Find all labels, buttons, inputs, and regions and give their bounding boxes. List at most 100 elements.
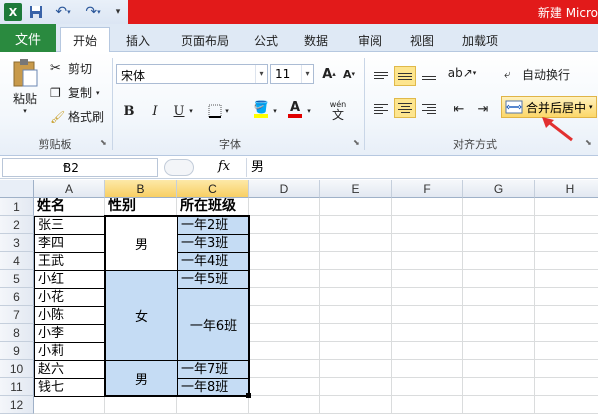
tab-formulas[interactable]: 公式 [246,28,286,52]
increase-indent-icon[interactable]: ⇥ [474,100,492,118]
cell[interactable] [463,288,535,306]
table-row-name[interactable]: 李四 [34,234,106,253]
font-color-icon[interactable]: A [286,100,304,118]
tab-addins[interactable]: 加载项 [452,28,508,52]
cell[interactable] [535,252,598,270]
tab-page-layout[interactable]: 页面布局 [168,28,242,52]
align-left-icon[interactable] [372,100,390,118]
table-row-name[interactable]: 小花 [34,288,106,307]
cell[interactable] [463,252,535,270]
row-header-2[interactable]: 2 [0,216,34,234]
wrap-text-button[interactable]: ⤶ 自动换行 [504,66,570,83]
cell[interactable] [392,198,463,216]
cell[interactable] [535,396,598,414]
cell[interactable] [320,270,392,288]
cell[interactable] [320,378,392,396]
table-row-name[interactable]: 张三 [34,216,106,235]
paste-button[interactable]: 粘贴 ▾ [8,58,42,128]
table-row-name[interactable]: 小莉 [34,342,106,361]
align-center-icon[interactable] [394,98,416,118]
cell[interactable] [392,378,463,396]
cell[interactable] [392,324,463,342]
cell[interactable] [392,270,463,288]
table-row-name[interactable]: 小陈 [34,306,106,325]
class-cell[interactable]: 一年7班 [177,360,250,379]
column-header-g[interactable]: G [463,180,535,198]
cell[interactable] [249,378,320,396]
table-row-name[interactable]: 小李 [34,324,106,343]
tab-home[interactable]: 开始 [60,27,110,53]
table-header-cell[interactable]: 性别 [105,198,177,216]
cell[interactable] [463,306,535,324]
row-header-10[interactable]: 10 [0,360,34,378]
chevron-down-icon[interactable]: ▾ [301,65,313,83]
chevron-down-icon[interactable]: ▾ [63,162,155,171]
customize-qat-icon[interactable]: ▾ [112,3,124,21]
cell[interactable] [535,342,598,360]
class-cell[interactable]: 一年2班 [177,216,250,235]
cell[interactable] [535,306,598,324]
cell[interactable] [535,198,598,216]
tab-view[interactable]: 视图 [402,28,442,52]
cell[interactable] [249,234,320,252]
cell[interactable] [463,234,535,252]
cell[interactable] [392,234,463,252]
grow-font-button[interactable]: A ▴ [320,65,338,83]
tab-review[interactable]: 审阅 [350,28,390,52]
cell[interactable] [249,252,320,270]
copy-button[interactable]: ❐ 复制 ▾ [50,84,100,101]
chevron-down-icon[interactable]: ▾ [270,102,280,120]
cell[interactable] [320,306,392,324]
align-middle-icon[interactable] [394,66,416,86]
cell[interactable] [320,360,392,378]
font-name-combo[interactable]: 宋体 ▾ [116,64,268,84]
cell[interactable] [535,288,598,306]
cell[interactable] [105,396,177,414]
clipboard-launcher-icon[interactable]: ⬊ [100,138,109,147]
cell[interactable] [249,396,320,414]
cell[interactable] [535,234,598,252]
chevron-down-icon[interactable]: ▾ [304,102,314,120]
format-painter-button[interactable]: 🖌 格式刷 [50,108,104,125]
cell[interactable] [177,396,249,414]
tab-data[interactable]: 数据 [296,28,336,52]
column-header-e[interactable]: E [320,180,392,198]
tab-insert[interactable]: 插入 [116,28,160,52]
cell[interactable] [463,396,535,414]
fill-handle[interactable] [246,393,251,398]
cell[interactable] [320,342,392,360]
cell[interactable] [463,360,535,378]
merged-gender-cell[interactable]: 男 [105,360,178,397]
column-header-c[interactable]: C [177,180,249,198]
cell[interactable] [463,378,535,396]
cell[interactable] [463,270,535,288]
align-top-icon[interactable] [372,66,390,84]
column-header-h[interactable]: H [535,180,598,198]
cell[interactable] [320,252,392,270]
merged-gender-cell[interactable]: 男 [105,216,178,271]
table-header-cell[interactable]: 所在班级 [177,198,249,216]
row-header-9[interactable]: 9 [0,342,34,360]
cell[interactable] [392,342,463,360]
row-header-6[interactable]: 6 [0,288,34,306]
select-all-corner[interactable] [0,180,34,198]
column-header-a[interactable]: A [34,180,105,198]
row-header-1[interactable]: 1 [0,198,34,216]
cell[interactable] [392,216,463,234]
cell[interactable] [392,396,463,414]
save-icon[interactable] [28,3,44,21]
chevron-down-icon[interactable]: ▾ [186,102,196,120]
column-header-d[interactable]: D [249,180,320,198]
table-header-cell[interactable]: 姓名 [34,198,105,216]
table-row-name[interactable]: 赵六 [34,360,106,379]
cell[interactable] [463,216,535,234]
phonetic-guide-icon[interactable]: wén 文 [326,98,350,122]
cell[interactable] [392,252,463,270]
formula-input[interactable]: 男 [246,158,596,177]
cell[interactable] [320,234,392,252]
italic-button[interactable]: I [146,102,164,120]
shrink-font-button[interactable]: A ▾ [340,65,358,83]
cut-button[interactable]: ✂ 剪切 [50,60,92,77]
row-header-12[interactable]: 12 [0,396,34,414]
class-cell[interactable]: 一年3班 [177,234,250,253]
